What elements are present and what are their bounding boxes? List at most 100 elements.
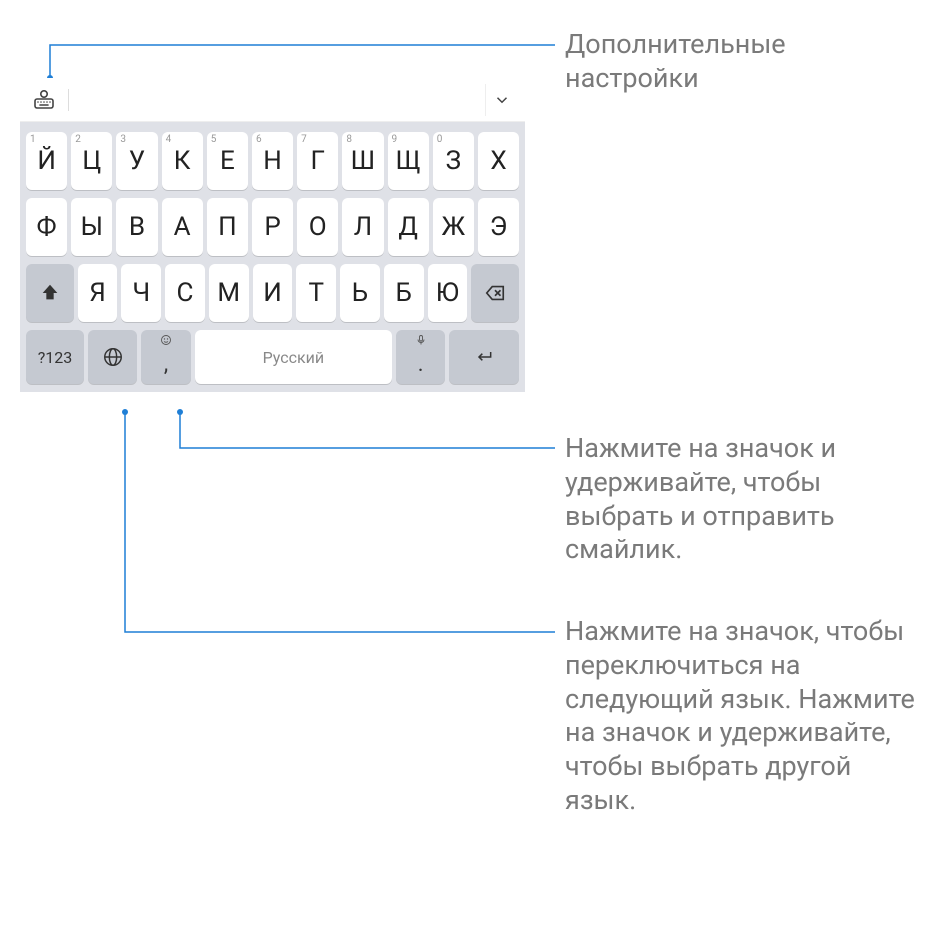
- key-Ц[interactable]: 2Ц: [71, 132, 112, 190]
- annotation-language: Нажмите на значок, чтобы переключиться н…: [565, 615, 915, 818]
- key-label: Ч: [132, 278, 150, 308]
- key-О[interactable]: О: [297, 198, 338, 256]
- backspace-icon: [482, 282, 508, 304]
- key-В[interactable]: В: [116, 198, 157, 256]
- key-hint: 5: [211, 134, 217, 145]
- smile-icon: [160, 334, 172, 349]
- key-label: А: [174, 212, 191, 242]
- key-label: С: [177, 278, 194, 308]
- shift-key[interactable]: [26, 264, 74, 322]
- key-Щ[interactable]: 9Щ: [388, 132, 429, 190]
- mic-icon: [415, 334, 427, 349]
- key-label: Щ: [396, 146, 421, 176]
- key-label: Ж: [441, 212, 465, 242]
- key-label: Ю: [436, 278, 459, 308]
- period-label: .: [418, 352, 424, 377]
- key-label: И: [263, 278, 282, 308]
- key-label: О: [309, 212, 327, 242]
- keyboard-body: 1Й2Ц3У4К5Е6Н7Г8Ш9Щ0ЗХ ФЫВАПРОЛДЖЭ ЯЧСМИТ…: [20, 122, 525, 392]
- comma-emoji-key[interactable]: ,: [141, 330, 190, 384]
- key-Й[interactable]: 1Й: [26, 132, 67, 190]
- key-label: З: [446, 146, 461, 176]
- key-Л[interactable]: Л: [342, 198, 383, 256]
- key-А[interactable]: А: [162, 198, 203, 256]
- comma-label: ,: [164, 352, 168, 377]
- settings-button[interactable]: [28, 84, 60, 116]
- key-label: Ф: [37, 212, 57, 242]
- key-Д[interactable]: Д: [388, 198, 429, 256]
- key-label: Т: [308, 278, 324, 308]
- key-Ш[interactable]: 8Ш: [342, 132, 383, 190]
- key-Я[interactable]: Я: [78, 264, 118, 322]
- key-Х[interactable]: Х: [478, 132, 519, 190]
- key-label: Н: [263, 146, 282, 176]
- key-label: Ы: [81, 212, 103, 242]
- key-Н[interactable]: 6Н: [252, 132, 293, 190]
- key-Ю[interactable]: Ю: [428, 264, 468, 322]
- key-Г[interactable]: 7Г: [297, 132, 338, 190]
- settings-keyboard-icon: [32, 88, 56, 112]
- key-К[interactable]: 4К: [162, 132, 203, 190]
- key-Ы[interactable]: Ы: [71, 198, 112, 256]
- key-label: У: [129, 146, 145, 176]
- key-label: Г: [310, 146, 324, 176]
- keyboard-row-2: ФЫВАПРОЛДЖЭ: [26, 198, 519, 256]
- key-label: Ц: [82, 146, 101, 176]
- key-hint: 7: [301, 134, 307, 145]
- key-Ч[interactable]: Ч: [121, 264, 161, 322]
- spacebar-key[interactable]: Русский: [195, 330, 392, 384]
- key-label: П: [218, 212, 237, 242]
- symbols-key[interactable]: ?123: [26, 330, 84, 384]
- key-label: Я: [89, 278, 106, 308]
- key-label: Ь: [352, 278, 368, 308]
- keyboard-row-4: ?123 , Русский: [26, 330, 519, 384]
- key-М[interactable]: М: [209, 264, 249, 322]
- key-П[interactable]: П: [207, 198, 248, 256]
- key-Р[interactable]: Р: [252, 198, 293, 256]
- key-С[interactable]: С: [165, 264, 205, 322]
- key-label: Д: [398, 212, 418, 242]
- key-label: Х: [490, 146, 506, 176]
- key-hint: 3: [120, 134, 126, 145]
- language-key[interactable]: [88, 330, 137, 384]
- key-label: Б: [396, 278, 412, 308]
- keyboard-topbar: [20, 78, 525, 122]
- key-Ж[interactable]: Ж: [433, 198, 474, 256]
- key-Э[interactable]: Э: [478, 198, 519, 256]
- key-label: Е: [220, 146, 235, 176]
- key-У[interactable]: 3У: [116, 132, 157, 190]
- globe-icon: [102, 346, 124, 368]
- key-label: В: [129, 212, 145, 242]
- keyboard-panel: 1Й2Ц3У4К5Е6Н7Г8Ш9Щ0ЗХ ФЫВАПРОЛДЖЭ ЯЧСМИТ…: [20, 78, 525, 392]
- annotation-settings: Дополнительные настройки: [565, 28, 915, 96]
- key-hint: 1: [30, 134, 36, 145]
- period-mic-key[interactable]: .: [396, 330, 445, 384]
- chevron-down-icon: [493, 91, 511, 109]
- key-label: М: [217, 278, 240, 308]
- key-Ь[interactable]: Ь: [340, 264, 380, 322]
- key-hint: 0: [437, 134, 443, 145]
- key-hint: 2: [75, 134, 81, 145]
- key-hint: 9: [392, 134, 398, 145]
- enter-icon: [472, 347, 496, 367]
- key-label: Р: [264, 212, 280, 242]
- keyboard-row-1: 1Й2Ц3У4К5Е6Н7Г8Ш9Щ0ЗХ: [26, 132, 519, 190]
- key-label: К: [174, 146, 191, 176]
- annotation-emoji: Нажмите на значок и удерживайте, чтобы в…: [565, 432, 915, 567]
- key-Е[interactable]: 5Е: [207, 132, 248, 190]
- key-Б[interactable]: Б: [384, 264, 424, 322]
- key-З[interactable]: 0З: [433, 132, 474, 190]
- key-label: Э: [490, 212, 508, 242]
- key-label: Й: [37, 146, 56, 176]
- shift-icon: [39, 282, 61, 304]
- collapse-button[interactable]: [485, 84, 517, 116]
- key-hint: 6: [256, 134, 262, 145]
- key-И[interactable]: И: [253, 264, 293, 322]
- key-label: Л: [354, 212, 372, 242]
- key-Ф[interactable]: Ф: [26, 198, 67, 256]
- backspace-key[interactable]: [471, 264, 519, 322]
- key-hint: 4: [166, 134, 172, 145]
- key-Т[interactable]: Т: [296, 264, 336, 322]
- enter-key[interactable]: [449, 330, 519, 384]
- key-label: Ш: [351, 146, 375, 176]
